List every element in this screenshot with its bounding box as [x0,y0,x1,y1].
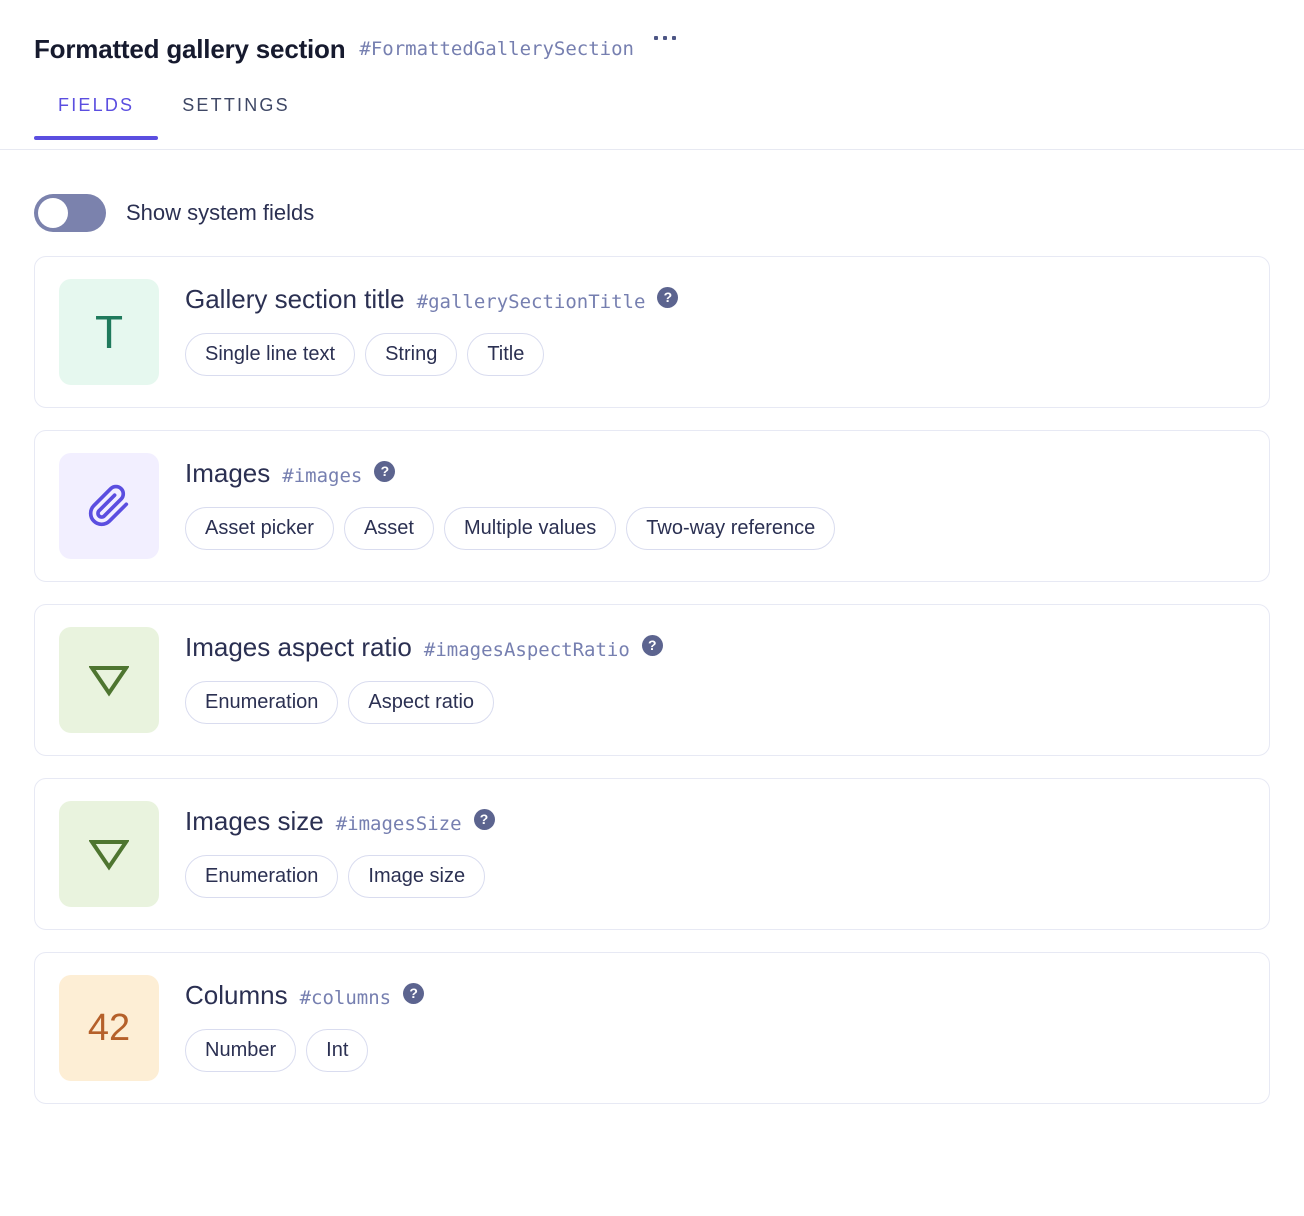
help-icon[interactable]: ? [403,982,425,1004]
field-tag: Asset [343,506,434,550]
ellipsis-dot [653,36,658,40]
field-tag-row: Number Int [185,1028,1245,1072]
field-api-id: #images [282,465,363,487]
field-name-row: Columns #columns? [185,981,1245,1010]
tab-settings[interactable]: SETTINGS [158,92,314,140]
field-body: Gallery section title #gallerySectionTitl… [185,279,1245,376]
ellipsis-dot [671,36,676,40]
text-field-icon: T [59,279,159,385]
field-tag-row: Asset picker Asset Multiple values Two-way … [185,506,1245,550]
fields-list: T Gallery section title #gallerySectionTit… [0,230,1304,1104]
field-name: Images [185,458,271,488]
page-title: Formatted gallery section [34,34,346,64]
ellipsis-dot [662,36,667,40]
field-name-row: Images aspect ratio #imagesAspectRatio? [185,633,1245,662]
field-tag: Number [185,1028,297,1072]
field-tag: Two-way reference [626,506,836,550]
field-tag: Single line text [185,332,356,376]
field-card[interactable]: T Gallery section title #gallerySectionTit… [34,256,1270,408]
show-system-fields-toggle[interactable] [34,193,106,232]
title-row: Formatted gallery section #FormattedGall… [34,28,1304,70]
field-tag: String [365,332,458,376]
field-name: Columns [185,980,288,1010]
field-tag: Asset picker [185,506,334,550]
text-glyph: T [94,306,124,358]
field-api-id: #imagesSize [335,813,462,835]
field-body: Images #images? Asset picker Asset Multiple … [185,453,1245,550]
field-name: Images aspect ratio [185,632,412,662]
enumeration-triangle-icon [59,801,159,907]
show-system-fields-label: Show system fields [126,199,315,225]
field-card[interactable]: Images size #imagesSize? Enumeration Image … [34,778,1270,930]
field-tag: Int [306,1028,369,1072]
field-tag-row: Single line text String Title [185,332,1245,376]
triangle-down-glyph [89,666,129,697]
help-icon[interactable]: ? [641,634,663,656]
field-tag: Enumeration [185,854,339,898]
tab-fields[interactable]: FIELDS [34,92,159,140]
field-tag: Title [467,332,545,376]
field-card[interactable]: 42 Columns #columns? Number Int [34,952,1270,1104]
tab-divider [0,149,1304,150]
field-body: Images aspect ratio #imagesAspectRatio? En… [185,627,1245,724]
help-icon[interactable]: ? [657,286,679,308]
paperclip-icon [59,453,159,559]
field-tag: Aspect ratio [348,680,495,724]
field-tag: Enumeration [185,680,339,724]
field-tag: Multiple values [443,506,617,550]
field-name-row: Images #images? [185,459,1245,488]
page-header: Formatted gallery section #FormattedGall… [0,0,1304,70]
help-icon[interactable]: ? [374,460,396,482]
page-api-id: #FormattedGallerySection [359,37,634,60]
field-card[interactable]: Images #images? Asset picker Asset Multiple … [34,430,1270,582]
paperclip-glyph [88,484,129,527]
field-api-id: #columns [299,987,392,1009]
tab-list: FIELDS SETTINGS [0,92,1304,140]
field-name: Gallery section title [185,284,405,314]
show-system-fields-row: Show system fields [0,150,1304,232]
field-body: Images size #imagesSize? Enumeration Image … [185,801,1245,898]
field-name-row: Gallery section title #gallerySectionTitl… [185,285,1245,314]
field-tag: Image size [348,854,486,898]
tab-bar: FIELDS SETTINGS [0,92,1304,150]
ellipsis-icon[interactable] [648,36,682,62]
toggle-knob [38,197,68,228]
field-api-id: #imagesAspectRatio [423,639,630,661]
field-card[interactable]: Images aspect ratio #imagesAspectRatio? En… [34,604,1270,756]
field-tag-row: Enumeration Aspect ratio [185,680,1245,724]
field-name: Images size [185,806,324,836]
field-tag-row: Enumeration Image size [185,854,1245,898]
help-icon[interactable]: ? [473,808,495,830]
number-glyph: 42 [87,1007,131,1049]
field-name-row: Images size #imagesSize? [185,807,1245,836]
enumeration-triangle-icon [59,627,159,733]
field-body: Columns #columns? Number Int [185,975,1245,1072]
number-field-icon: 42 [59,975,159,1081]
field-api-id: #gallerySectionTitle [416,291,646,313]
triangle-down-glyph [89,840,129,871]
